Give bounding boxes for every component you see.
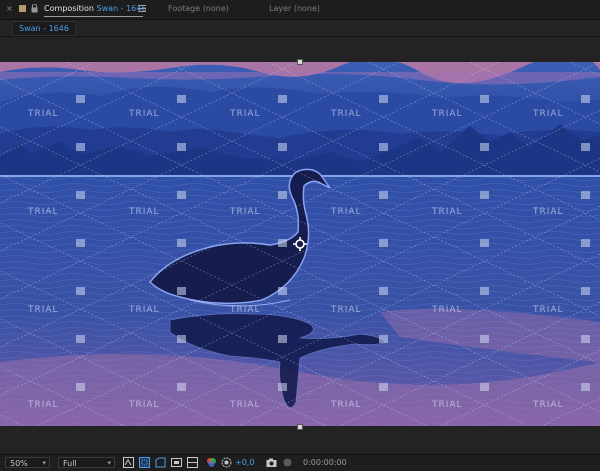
watermark-label: TRIAL xyxy=(128,109,160,119)
channel-icon[interactable] xyxy=(187,457,198,468)
swan-image: TRIAL TRIAL TRIAL TRIAL TRIAL TRIAL TRIA… xyxy=(0,62,600,426)
tab-layer[interactable]: Layer (none) xyxy=(269,4,320,14)
composition-frame[interactable]: TRIAL TRIAL TRIAL TRIAL TRIAL TRIAL TRIA… xyxy=(0,62,600,426)
exposure-reset-icon[interactable] xyxy=(221,457,232,468)
breadcrumb: Swan - 1646 xyxy=(0,20,600,37)
panel-menu-icon[interactable] xyxy=(138,5,146,14)
color-management-icon[interactable] xyxy=(206,457,217,468)
zoom-dropdown[interactable]: 50% ▾ xyxy=(5,457,50,468)
lock-icon[interactable] xyxy=(31,3,38,15)
watermark-label: TRIAL xyxy=(532,305,564,315)
watermark-label: TRIAL xyxy=(27,400,59,410)
breadcrumb-composition[interactable]: Swan - 1646 xyxy=(12,21,76,36)
watermark-label: TRIAL xyxy=(532,109,564,119)
watermark-label: TRIAL xyxy=(229,305,261,315)
resolution-value: Full xyxy=(63,459,77,468)
watermark-label: TRIAL xyxy=(330,305,362,315)
watermark-label: TRIAL xyxy=(330,400,362,410)
guides-icon[interactable] xyxy=(171,457,182,468)
watermark-label: TRIAL xyxy=(532,400,564,410)
watermark-label: TRIAL xyxy=(27,305,59,315)
tab-composition[interactable]: Composition Swan - 1646 xyxy=(44,4,146,14)
watermark-label: TRIAL xyxy=(128,305,160,315)
exposure-value[interactable]: +0,0 xyxy=(235,458,254,468)
panel-tab-bar: × Composition Swan - 1646 Footage (none)… xyxy=(0,0,600,20)
show-snapshot-icon[interactable] xyxy=(282,457,293,468)
frame-handle-top[interactable] xyxy=(297,59,303,65)
viewer-toolbar: 50% ▾ Full ▾ +0,0 0:00:00:00 xyxy=(0,454,600,471)
watermark-label: TRIAL xyxy=(431,109,463,119)
active-tab-indicator xyxy=(44,16,143,17)
watermark-label: TRIAL xyxy=(330,109,362,119)
watermark-label: TRIAL xyxy=(431,305,463,315)
watermark-label: TRIAL xyxy=(330,207,362,217)
tab-composition-label: Composition xyxy=(44,4,94,13)
watermark-label: TRIAL xyxy=(27,207,59,217)
frame-handle-bottom[interactable] xyxy=(297,424,303,430)
watermark-label: TRIAL xyxy=(229,400,261,410)
watermark-label: TRIAL xyxy=(431,207,463,217)
composition-icon xyxy=(19,5,26,12)
watermark-label: TRIAL xyxy=(532,207,564,217)
watermark-label: TRIAL xyxy=(27,109,59,119)
snapshot-icon[interactable] xyxy=(266,457,277,468)
mask-visibility-icon[interactable] xyxy=(123,457,134,468)
resolution-dropdown[interactable]: Full ▾ xyxy=(58,457,115,468)
region-of-interest-icon[interactable] xyxy=(139,457,150,468)
timecode[interactable]: 0:00:00:00 xyxy=(303,458,347,468)
tab-footage[interactable]: Footage (none) xyxy=(168,4,229,14)
watermark-label: TRIAL xyxy=(431,400,463,410)
close-icon[interactable]: × xyxy=(6,5,13,13)
zoom-value: 50% xyxy=(10,459,28,468)
caret-down-icon: ▾ xyxy=(42,459,46,467)
transparency-grid-icon[interactable] xyxy=(155,457,166,468)
watermark-label: TRIAL xyxy=(128,400,160,410)
watermark-label: TRIAL xyxy=(229,109,261,119)
composition-viewer[interactable]: TRIAL TRIAL TRIAL TRIAL TRIAL TRIAL TRIA… xyxy=(0,37,600,454)
watermark-label: TRIAL xyxy=(229,207,261,217)
watermark-label: TRIAL xyxy=(128,207,160,217)
caret-down-icon: ▾ xyxy=(107,459,111,467)
